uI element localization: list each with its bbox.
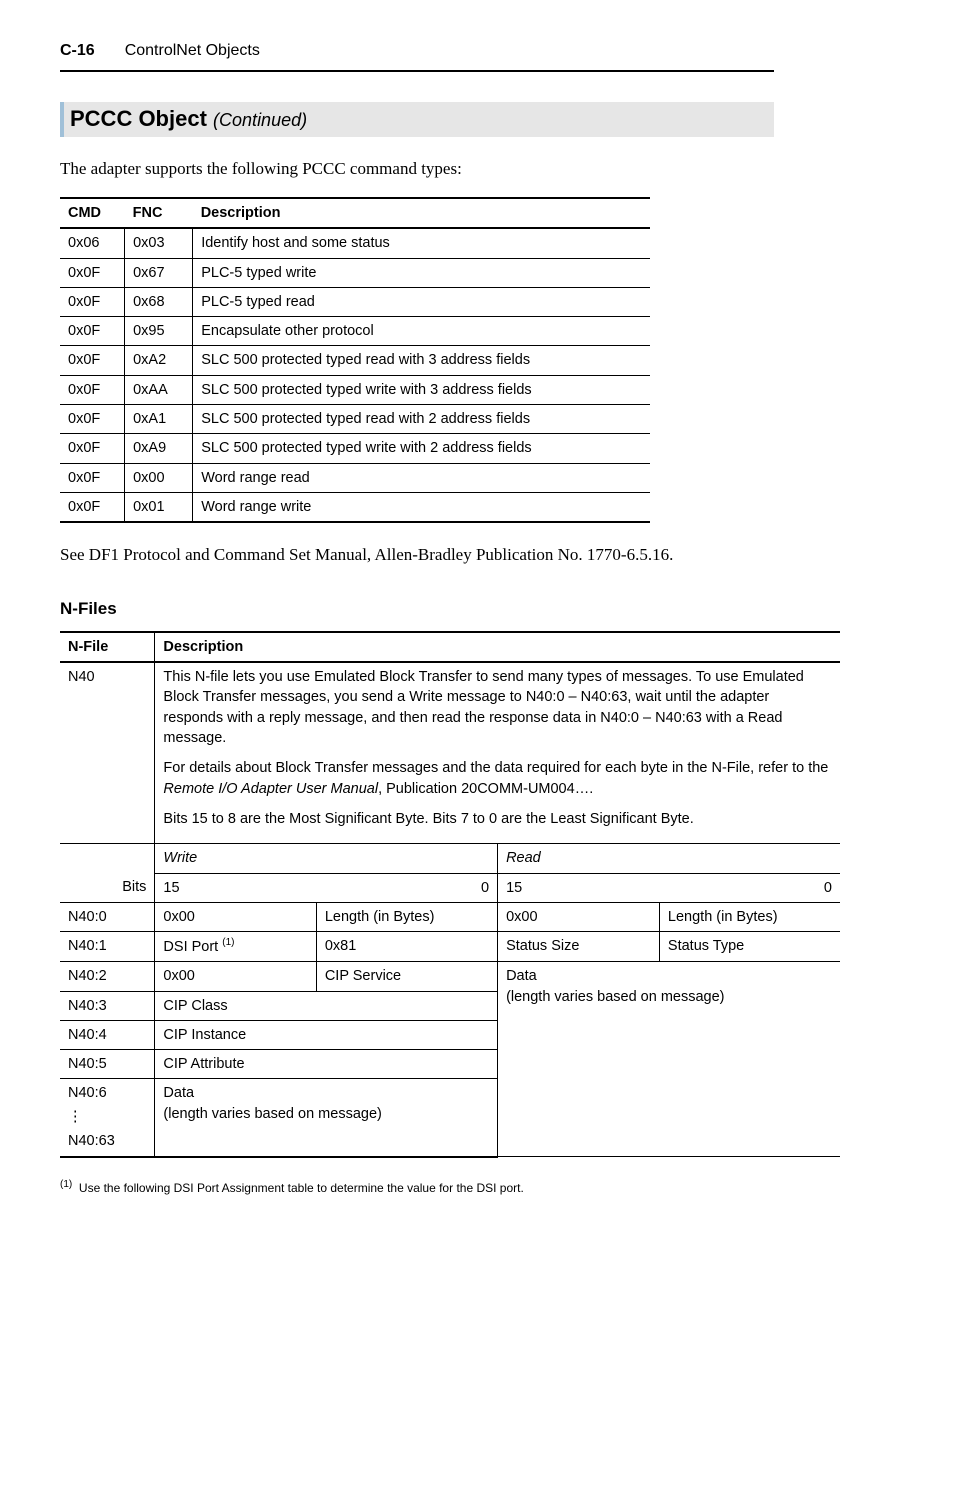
table-cell: 0xAA bbox=[125, 375, 193, 404]
cell-00d: Length (in Bytes) bbox=[659, 902, 840, 931]
table-cell: SLC 500 protected typed read with 2 addr… bbox=[193, 405, 650, 434]
bits-write: 15 0 bbox=[155, 873, 498, 902]
row-label-2: N40:2 bbox=[60, 962, 155, 991]
table-cell: 0x67 bbox=[125, 258, 193, 287]
table-cell: 0x0F bbox=[60, 405, 125, 434]
cell-02b: CIP Service bbox=[316, 962, 497, 991]
table-cell: Encapsulate other protocol bbox=[193, 317, 650, 346]
intro-text: The adapter supports the following PCCC … bbox=[60, 157, 774, 181]
table-cell: 0x0F bbox=[60, 434, 125, 463]
cmd-header-desc: Description bbox=[193, 198, 650, 228]
row-label-dots: ⋮ bbox=[60, 1108, 155, 1128]
table-cell: PLC-5 typed read bbox=[193, 287, 650, 316]
table-cell: 0x0F bbox=[60, 346, 125, 375]
footnote: (1) Use the following DSI Port Assignmen… bbox=[60, 1178, 774, 1197]
table-cell: PLC-5 typed write bbox=[193, 258, 650, 287]
cell-04: CIP Instance bbox=[155, 1020, 498, 1049]
nfile-desc-p2: For details about Block Transfer message… bbox=[163, 758, 832, 799]
bits-0-r: 0 bbox=[824, 878, 832, 898]
cell-01c: Status Size bbox=[498, 932, 660, 962]
table-cell: 0x03 bbox=[125, 228, 193, 258]
nfile-desc-p1: This N-file lets you use Emulated Block … bbox=[163, 667, 832, 748]
table-cell: SLC 500 protected typed read with 3 addr… bbox=[193, 346, 650, 375]
table-cell: SLC 500 protected typed write with 2 add… bbox=[193, 434, 650, 463]
page-number: C-16 bbox=[60, 40, 95, 62]
continued-label: (Continued) bbox=[213, 110, 307, 130]
bits-15-r: 15 bbox=[506, 878, 522, 898]
bits-0-w: 0 bbox=[481, 878, 489, 898]
table-cell: 0x00 bbox=[125, 463, 193, 492]
bits-read: 15 0 bbox=[498, 873, 840, 902]
cell-01a: DSI Port (1) bbox=[155, 932, 316, 962]
table-cell: 0x0F bbox=[60, 492, 125, 522]
post-table-text: See DF1 Protocol and Command Set Manual,… bbox=[60, 543, 774, 567]
nfile-desc-p2-b: , Publication 20COMM-UM004…. bbox=[378, 781, 593, 797]
table-cell: SLC 500 protected typed write with 3 add… bbox=[193, 375, 650, 404]
section-heading: PCCC Object (Continued) bbox=[60, 102, 774, 137]
table-cell: 0xA2 bbox=[125, 346, 193, 375]
nfile-desc-p2-i: Remote I/O Adapter User Manual bbox=[163, 781, 378, 797]
table-cell: Word range read bbox=[193, 463, 650, 492]
row-label-63: N40:63 bbox=[60, 1127, 155, 1156]
row-label-5: N40:5 bbox=[60, 1050, 155, 1079]
cell-write-data: Data (length varies based on message) bbox=[155, 1079, 498, 1157]
empty-cell bbox=[60, 844, 155, 873]
row-label-1: N40:1 bbox=[60, 932, 155, 962]
row-label-4: N40:4 bbox=[60, 1020, 155, 1049]
cell-00b: Length (in Bytes) bbox=[316, 902, 497, 931]
nfile-desc-p3: Bits 15 to 8 are the Most Significant By… bbox=[163, 809, 832, 829]
nfiles-heading: N-Files bbox=[60, 597, 774, 621]
write-header: Write bbox=[155, 844, 498, 873]
cell-read-data: Data (length varies based on message) bbox=[498, 962, 840, 1157]
cmd-header-fnc: FNC bbox=[125, 198, 193, 228]
footnote-text: Use the following DSI Port Assignment ta… bbox=[79, 1181, 524, 1195]
table-cell: 0x0F bbox=[60, 258, 125, 287]
row-label-6: N40:6 bbox=[60, 1079, 155, 1108]
cell-05: CIP Attribute bbox=[155, 1050, 498, 1079]
row-label-3: N40:3 bbox=[60, 991, 155, 1020]
cell-03: CIP Class bbox=[155, 991, 498, 1020]
nfile-description: This N-file lets you use Emulated Block … bbox=[155, 662, 840, 844]
read-header: Read bbox=[498, 844, 840, 873]
cmd-header-cmd: CMD bbox=[60, 198, 125, 228]
nfile-label: N40 bbox=[60, 662, 155, 844]
table-cell: 0x0F bbox=[60, 375, 125, 404]
bits-15-w: 15 bbox=[163, 878, 179, 898]
bits-label: Bits bbox=[60, 873, 155, 902]
nfile-header-col1: N-File bbox=[60, 632, 155, 662]
table-cell: 0x68 bbox=[125, 287, 193, 316]
table-cell: Word range write bbox=[193, 492, 650, 522]
table-cell: 0x01 bbox=[125, 492, 193, 522]
table-cell: 0xA9 bbox=[125, 434, 193, 463]
cell-01d: Status Type bbox=[659, 932, 840, 962]
section-heading-text: PCCC Object bbox=[70, 106, 207, 131]
page-title: ControlNet Objects bbox=[125, 40, 260, 62]
row-label-0: N40:0 bbox=[60, 902, 155, 931]
table-cell: 0x0F bbox=[60, 317, 125, 346]
footnote-marker: (1) bbox=[60, 1179, 72, 1190]
nfile-desc-p2-a: For details about Block Transfer message… bbox=[163, 760, 828, 776]
cmd-table: CMD FNC Description 0x060x03Identify hos… bbox=[60, 197, 650, 523]
cell-02a: 0x00 bbox=[155, 962, 316, 991]
cell-01b: 0x81 bbox=[316, 932, 497, 962]
table-cell: 0x0F bbox=[60, 287, 125, 316]
nfile-table: N-File Description N40 This N-file lets … bbox=[60, 631, 840, 1158]
table-cell: 0x06 bbox=[60, 228, 125, 258]
cell-00c: 0x00 bbox=[498, 902, 660, 931]
table-cell: Identify host and some status bbox=[193, 228, 650, 258]
table-cell: 0xA1 bbox=[125, 405, 193, 434]
table-cell: 0x95 bbox=[125, 317, 193, 346]
cell-00a: 0x00 bbox=[155, 902, 316, 931]
table-cell: 0x0F bbox=[60, 463, 125, 492]
nfile-header-col2: Description bbox=[155, 632, 840, 662]
